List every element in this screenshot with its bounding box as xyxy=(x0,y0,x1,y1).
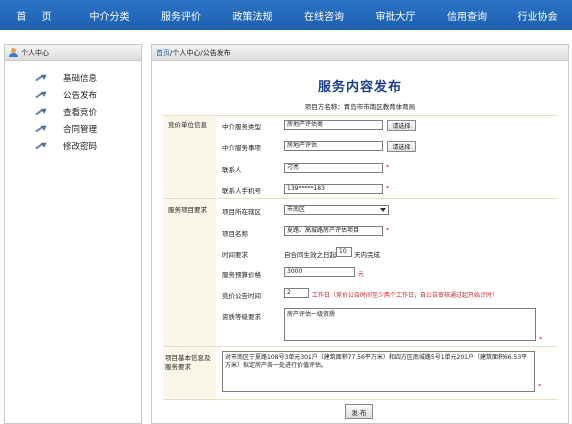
publish-button[interactable]: 发 布 xyxy=(345,404,373,419)
section-label-bidder: 竞价单位信息 xyxy=(168,121,207,129)
main-panel: 首页 /个人中心/公告发布 服务内容发布 项目方名称：青岛市市南区教育体育局 竞… xyxy=(151,44,569,424)
required-mark: * xyxy=(539,335,543,343)
project-name-field[interactable]: 夏路、高城路房产评估项目 xyxy=(284,226,383,236)
notice-time-label: 竞价公告时间 xyxy=(222,292,261,300)
district-select[interactable]: 市南区 xyxy=(284,205,389,215)
label-column-project xyxy=(163,198,216,346)
phone-label: 联系人手机号 xyxy=(222,187,261,195)
nav-item-approval-hall[interactable]: 审批大厅 xyxy=(360,0,431,30)
user-icon xyxy=(9,48,19,57)
required-mark: * xyxy=(538,382,542,390)
arrow-icon xyxy=(35,71,49,83)
time-requirement-prefix: 自合同生效之日起 xyxy=(284,251,336,259)
contact-field[interactable]: 刁亮 xyxy=(284,163,383,173)
service-item-choose-button[interactable]: 请选择 xyxy=(387,141,416,152)
nav-item-policy[interactable]: 政策法规 xyxy=(217,0,288,30)
notice-time-note: 工作日（竞价公告时间至少两个工作日，自公告审核通过起开始计时） xyxy=(312,292,499,299)
qualification-label: 资质等级要求 xyxy=(222,313,261,321)
sidebar-item-label: 公告发布 xyxy=(63,90,98,101)
sidebar-header-label: 个人中心 xyxy=(21,48,49,57)
arrow-icon xyxy=(35,122,49,134)
sidebar: 个人中心 基础信息 公告发布 查看竞价 合同管理 修改密码 xyxy=(4,44,142,424)
nav-item-home[interactable]: 首 页 xyxy=(0,0,74,30)
divider xyxy=(163,115,557,116)
arrow-icon xyxy=(35,139,49,151)
required-mark: * xyxy=(386,226,390,234)
divider xyxy=(163,399,557,400)
phone-field[interactable]: 139*****183 xyxy=(284,184,383,194)
sidebar-item-label: 基础信息 xyxy=(63,73,98,84)
breadcrumb-path: /个人中心/公告发布 xyxy=(170,48,231,57)
service-type-label: 中介服务类型 xyxy=(222,123,261,131)
project-name-label: 项目名称 xyxy=(222,230,248,238)
breadcrumb: 首页 /个人中心/公告发布 xyxy=(152,45,568,61)
page-title: 服务内容发布 xyxy=(317,80,402,95)
top-nav: 首 页 中介分类 服务评价 政策法规 在线咨询 审批大厅 信用查询 行业协会 xyxy=(0,0,572,30)
project-owner: 项目方名称：青岛市市南区教育体育局 xyxy=(304,103,416,111)
budget-unit: 元 xyxy=(358,271,365,278)
nav-item-credit-query[interactable]: 信用查询 xyxy=(431,0,503,30)
nav-item-association[interactable]: 行业协会 xyxy=(503,0,572,30)
service-type-choose-button[interactable]: 请选择 xyxy=(387,120,416,131)
section-label-basic: 项目基本信息及服务要求 xyxy=(165,354,211,371)
basic-info-textarea[interactable]: 对市南区宁夏路108号3单元301户（建筑面积77.56平方米）和四方区南城路5… xyxy=(222,351,535,392)
sidebar-item-label: 修改密码 xyxy=(63,141,98,152)
time-requirement-label: 时间要求 xyxy=(222,251,248,259)
district-select-value: 市南区 xyxy=(287,206,306,213)
sidebar-item-change-password[interactable]: 修改密码 xyxy=(5,137,141,154)
required-mark: * xyxy=(386,184,390,192)
section-label-project: 服务项目要求 xyxy=(168,206,207,214)
qualification-textarea[interactable]: 房产评估一级资质 xyxy=(284,308,536,341)
sidebar-menu: 基础信息 公告发布 查看竞价 合同管理 修改密码 xyxy=(5,61,141,154)
sidebar-item-contracts[interactable]: 合同管理 xyxy=(5,120,141,137)
nav-item-service-review[interactable]: 服务评价 xyxy=(145,0,217,30)
breadcrumb-home-link[interactable]: 首页 xyxy=(156,48,170,58)
nav-item-online-consult[interactable]: 在线咨询 xyxy=(288,0,360,30)
sidebar-item-view-bids[interactable]: 查看竞价 xyxy=(5,103,141,120)
budget-label: 服务预算价格 xyxy=(222,271,261,279)
required-mark: * xyxy=(386,163,390,171)
service-item-label: 中介服务事项 xyxy=(222,144,261,152)
divider xyxy=(163,346,557,347)
arrow-icon xyxy=(35,105,49,117)
district-label: 项目所在辖区 xyxy=(222,208,261,216)
budget-field[interactable]: 3000 xyxy=(284,267,355,277)
nav-item-agency-category[interactable]: 中介分类 xyxy=(74,0,145,30)
sidebar-header: 个人中心 xyxy=(5,45,141,61)
contact-label: 联系人 xyxy=(222,166,242,174)
sidebar-item-label: 合同管理 xyxy=(63,124,98,135)
divider xyxy=(163,198,557,199)
service-item-field[interactable]: 房地产评估 xyxy=(284,141,383,151)
arrow-icon xyxy=(35,88,49,100)
chevron-down-icon xyxy=(380,208,386,212)
time-requirement-suffix: 天内完成 xyxy=(354,251,380,259)
service-type-field[interactable]: 房地产评估类 xyxy=(284,120,383,130)
sidebar-item-basic-info[interactable]: 基础信息 xyxy=(5,69,141,86)
notice-time-field[interactable]: 2 xyxy=(284,288,309,298)
sidebar-item-label: 查看竞价 xyxy=(63,107,98,118)
sidebar-item-publish-notice[interactable]: 公告发布 xyxy=(5,86,141,103)
time-requirement-days-field[interactable]: 10 xyxy=(336,247,352,257)
